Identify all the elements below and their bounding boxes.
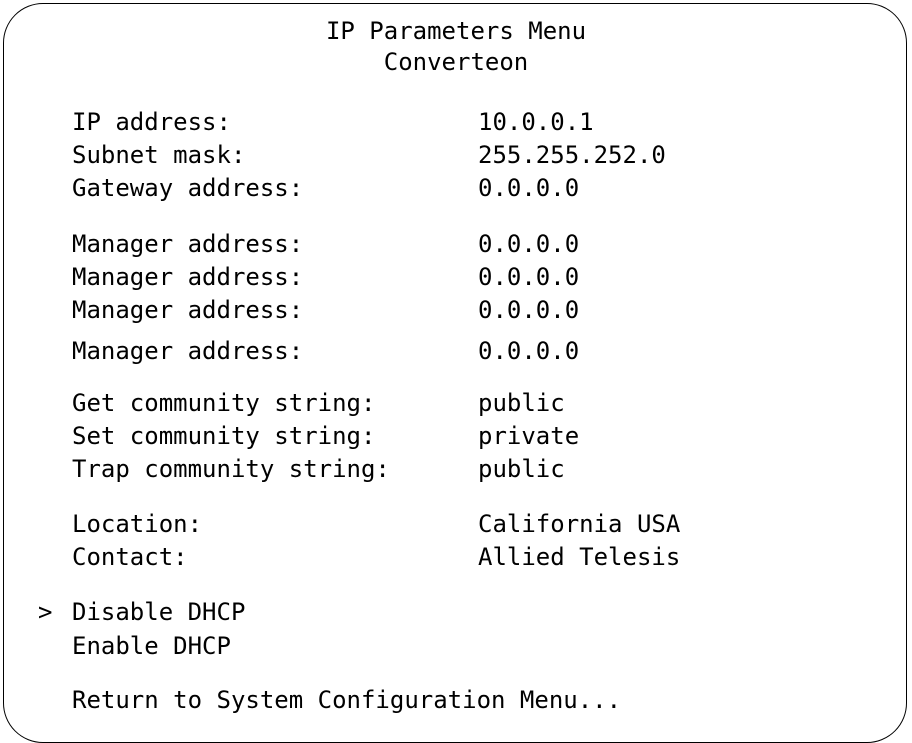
return-menu-option[interactable]: Return to System Configuration Menu... — [72, 685, 621, 715]
ip-address-label: IP address: — [72, 108, 231, 136]
set-community-label: Set community string: — [72, 422, 376, 450]
contact-value[interactable]: Allied Telesis — [478, 542, 680, 572]
trap-community-label: Trap community string: — [72, 455, 390, 483]
gateway-address-label: Gateway address: — [72, 174, 304, 202]
selection-cursor: > — [38, 598, 53, 626]
manager-address-label: Manager address: — [72, 263, 304, 291]
manager-address-value[interactable]: 0.0.0.0 — [478, 229, 579, 259]
menu-title: IP Parameters Menu — [325, 17, 587, 45]
gateway-address-value[interactable]: 0.0.0.0 — [478, 173, 579, 203]
manager-address-label: Manager address: — [72, 230, 304, 258]
enable-dhcp-option[interactable]: Enable DHCP — [72, 631, 231, 661]
manager-address-value[interactable]: 0.0.0.0 — [478, 336, 579, 366]
subnet-mask-label: Subnet mask: — [72, 141, 246, 169]
location-label: Location: — [72, 510, 203, 538]
get-community-label: Get community string: — [72, 389, 376, 417]
manager-address-label: Manager address: — [72, 296, 304, 324]
ip-address-value[interactable]: 10.0.0.1 — [478, 107, 594, 137]
manager-address-value[interactable]: 0.0.0.0 — [478, 262, 579, 292]
set-community-value[interactable]: private — [478, 421, 579, 451]
subnet-mask-value[interactable]: 255.255.252.0 — [478, 140, 666, 170]
contact-label: Contact: — [72, 543, 188, 571]
manager-address-label: Manager address: — [72, 337, 304, 365]
manager-address-value[interactable]: 0.0.0.0 — [478, 295, 579, 325]
get-community-value[interactable]: public — [478, 388, 565, 418]
device-name: Converteon — [383, 48, 529, 76]
trap-community-value[interactable]: public — [478, 454, 565, 484]
disable-dhcp-option[interactable]: Disable DHCP — [72, 597, 245, 627]
location-value[interactable]: California USA — [478, 509, 680, 539]
